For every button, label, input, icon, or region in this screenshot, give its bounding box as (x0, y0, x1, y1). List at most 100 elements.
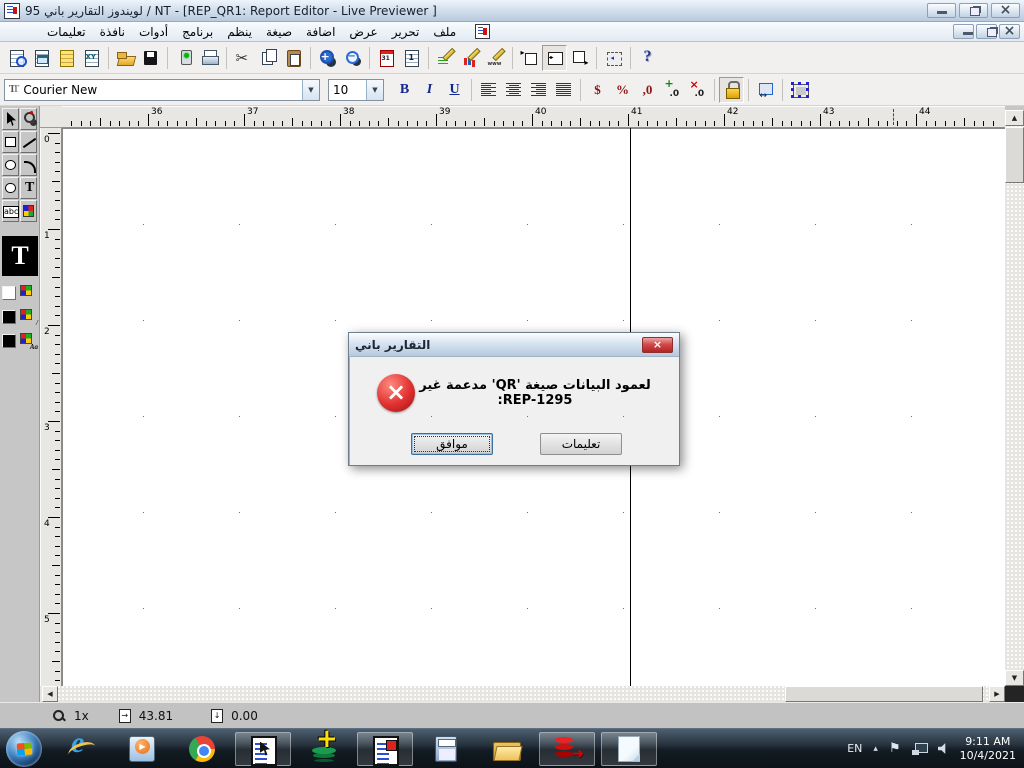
line-color-swatch[interactable] (2, 310, 16, 324)
fill-color-picker[interactable] (19, 284, 37, 301)
vertical-scrollbar[interactable]: ▲ ▼ (1005, 110, 1024, 686)
menu-item-edit[interactable]: تحرير (385, 24, 427, 40)
cut-button[interactable] (231, 45, 256, 71)
text-color-picker[interactable]: Aa (19, 332, 37, 349)
text-color-swatch[interactable] (2, 334, 16, 348)
tool-field[interactable] (2, 200, 19, 222)
menu-item-file[interactable]: ملف (426, 24, 463, 40)
mdi-minimize-button[interactable] (953, 24, 974, 39)
edit-hyperlink-button[interactable] (483, 45, 508, 71)
mdi-close-button[interactable] (999, 24, 1020, 39)
taskbar-oracle-database[interactable] (539, 732, 595, 766)
comma-button[interactable]: ,0 (635, 77, 660, 103)
align-left-button[interactable] (476, 77, 501, 103)
help-button[interactable] (635, 45, 660, 71)
flex-mode-button[interactable] (542, 45, 567, 71)
add-decimal-button[interactable] (660, 77, 685, 103)
ok-button[interactable]: موافق (411, 433, 493, 455)
scroll-up-button[interactable]: ▲ (1005, 110, 1024, 126)
text-style-indicator[interactable]: T (2, 236, 38, 276)
menu-item-help[interactable]: تعليمات (40, 24, 93, 40)
taskbar-media-player[interactable] (125, 732, 159, 766)
volume-icon[interactable] (938, 743, 949, 755)
menu-item-arrange[interactable]: ينظم (220, 24, 259, 40)
percent-button[interactable]: % (610, 77, 635, 103)
start-button[interactable] (6, 731, 42, 767)
save-button[interactable] (138, 45, 163, 71)
italic-button[interactable]: I (417, 77, 442, 103)
paper-layout-button[interactable] (54, 45, 79, 71)
tool-graph[interactable] (20, 200, 37, 222)
taskbar-notepad[interactable] (601, 732, 657, 766)
scroll-down-button[interactable]: ▼ (1005, 670, 1024, 686)
underline-button[interactable]: U (442, 77, 467, 103)
tool-ellipse[interactable] (2, 154, 19, 176)
data-model-button[interactable] (29, 45, 54, 71)
show-hidden-icons-button[interactable]: ▴ (873, 744, 878, 754)
menu-item-view[interactable]: عرض (342, 24, 384, 40)
clock[interactable]: 9:11 AM 10/4/2021 (960, 735, 1016, 763)
tool-select[interactable] (2, 108, 19, 130)
line-color-picker[interactable]: / (19, 308, 37, 325)
dialog-title-bar[interactable]: ⁦باني⁩ ⁦التقارير⁩ × (349, 333, 679, 357)
margin-mode-button[interactable] (601, 45, 626, 71)
tool-text[interactable] (20, 177, 37, 199)
scroll-right-button[interactable]: ▶ (989, 686, 1005, 702)
paste-button[interactable] (281, 45, 306, 71)
mdi-restore-button[interactable] (976, 24, 997, 39)
language-indicator[interactable]: EN (847, 742, 862, 755)
currency-button[interactable]: $ (585, 77, 610, 103)
insert-page-number-button[interactable] (399, 45, 424, 71)
bold-button[interactable]: B (392, 77, 417, 103)
zoom-in-button[interactable] (315, 45, 340, 71)
edit-chart-button[interactable] (458, 45, 483, 71)
expand-mode-button[interactable] (567, 45, 592, 71)
taskbar-report-builder[interactable] (235, 732, 291, 766)
open-button[interactable] (113, 45, 138, 71)
chevron-down-icon[interactable]: ▼ (366, 80, 383, 100)
confine-mode-button[interactable] (517, 45, 542, 71)
action-center-icon[interactable]: ⚑ (889, 741, 901, 756)
insert-date-button[interactable] (374, 45, 399, 71)
taskbar-calculator[interactable] (429, 732, 463, 766)
menu-item-program[interactable]: برنامج (175, 24, 220, 40)
help-button[interactable]: تعليمات (540, 433, 622, 455)
parameter-form-button[interactable] (79, 45, 104, 71)
lock-button[interactable] (719, 77, 744, 103)
horizontal-scrollbar[interactable]: ◀ ▶ (40, 686, 1005, 702)
menu-item-window[interactable]: نافذة (93, 24, 132, 40)
taskbar-database-add[interactable] (307, 732, 341, 766)
taskbar-chrome[interactable] (185, 732, 219, 766)
zoom-out-button[interactable] (340, 45, 365, 71)
taskbar-file-explorer[interactable] (489, 732, 523, 766)
remove-decimal-button[interactable] (685, 77, 710, 103)
tool-line[interactable] (20, 131, 37, 153)
font-size-combo[interactable]: 10 ▼ (328, 79, 384, 101)
dialog-close-button[interactable]: × (642, 337, 673, 353)
tool-rounded-rectangle[interactable] (2, 177, 19, 199)
edit-text-button[interactable] (433, 45, 458, 71)
print-button[interactable] (197, 45, 222, 71)
copy-button[interactable] (256, 45, 281, 71)
chevron-down-icon[interactable]: ▼ (302, 80, 319, 100)
borders-button[interactable] (787, 77, 812, 103)
vertical-scroll-thumb[interactable] (1005, 127, 1024, 183)
report-wizard-button[interactable] (4, 45, 29, 71)
fill-color-swatch[interactable] (2, 286, 16, 300)
close-button[interactable] (991, 3, 1020, 18)
restore-button[interactable] (959, 3, 988, 18)
taskbar-report-editor[interactable] (357, 732, 413, 766)
menu-item-format[interactable]: صيغة (259, 24, 299, 40)
mdi-child-icon[interactable] (475, 24, 490, 39)
align-center-button[interactable] (501, 77, 526, 103)
report-canvas[interactable]: ⁦باني⁩ ⁦التقارير⁩ × × ⁦غير⁩ ⁦مدعمة⁩ 'QR'… (62, 128, 1005, 686)
tool-rectangle[interactable] (2, 131, 19, 153)
align-right-button[interactable] (526, 77, 551, 103)
run-report-button[interactable] (172, 45, 197, 71)
align-justify-button[interactable] (551, 77, 576, 103)
title-bar[interactable]: 95 ⁦باني⁩ ⁦التقارير⁩ ⁦لويندوز⁩ / NT - [R… (0, 0, 1024, 22)
network-icon[interactable] (912, 743, 927, 755)
tool-magnify[interactable] (20, 108, 37, 130)
fit-width-button[interactable] (753, 77, 778, 103)
minimize-button[interactable] (927, 3, 956, 18)
